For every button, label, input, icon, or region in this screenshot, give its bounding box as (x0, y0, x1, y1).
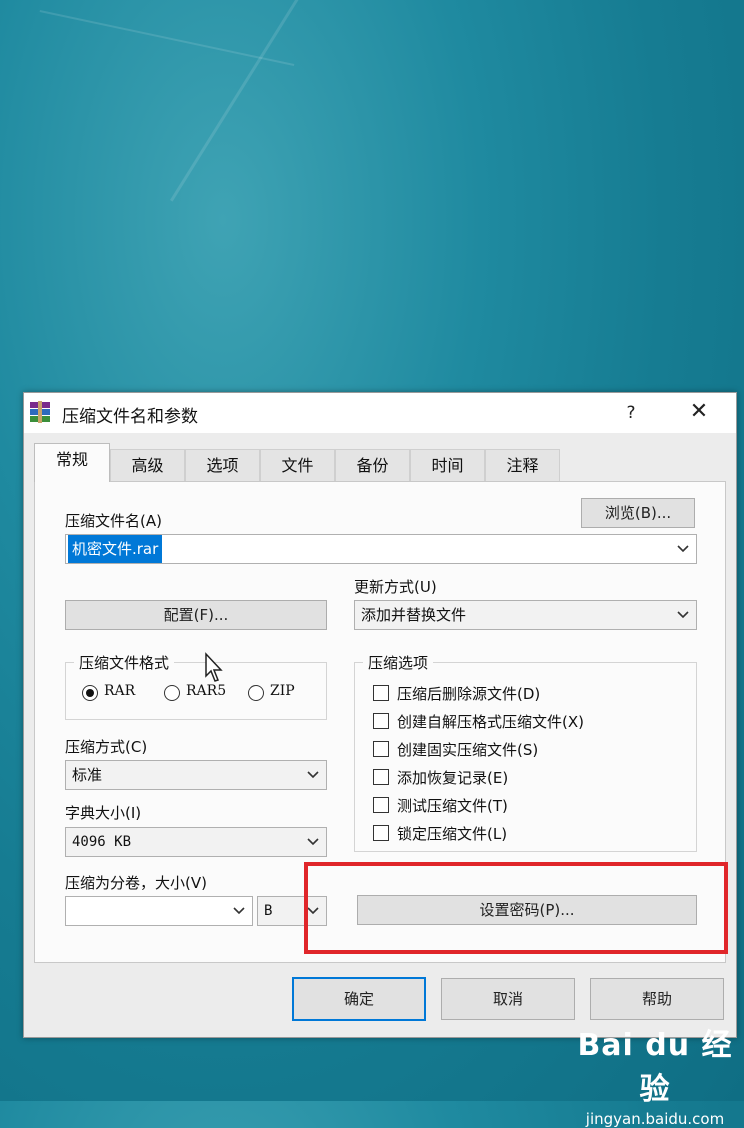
option-delete-source-label[interactable]: 压缩后删除源文件(D) (397, 683, 540, 704)
chevron-down-icon (677, 545, 689, 553)
baidu-watermark: Bai du 经验 jingyan.baidu.com (570, 1020, 740, 1128)
tab-comment[interactable]: 注释 (485, 449, 560, 482)
cancel-button[interactable]: 取消 (441, 978, 575, 1020)
winrar-icon (30, 401, 50, 423)
chevron-down-icon (307, 838, 319, 846)
tab-backup[interactable]: 备份 (335, 449, 410, 482)
tab-time[interactable]: 时间 (410, 449, 485, 482)
tab-options[interactable]: 选项 (185, 449, 260, 482)
compression-method-value: 标准 (72, 766, 103, 784)
option-lock-archive-label[interactable]: 锁定压缩文件(L) (397, 823, 507, 844)
dictionary-size-label: 字典大小(I) (65, 804, 142, 822)
browse-button[interactable]: 浏览(B)... (581, 498, 695, 528)
checkbox-delete-source[interactable] (373, 685, 389, 701)
ok-button[interactable]: 确定 (292, 977, 426, 1021)
split-volume-label: 压缩为分卷，大小(V) (65, 874, 207, 892)
archive-name-field[interactable]: 机密文件.rar (65, 534, 697, 564)
compression-method-label: 压缩方式(C) (65, 738, 148, 756)
dictionary-size-select[interactable]: 4096 KB (65, 827, 327, 857)
tab-files[interactable]: 文件 (260, 449, 335, 482)
checkbox-solid[interactable] (373, 741, 389, 757)
compression-options-title: 压缩选项 (363, 652, 434, 673)
checkbox-lock-archive[interactable] (373, 825, 389, 841)
option-solid-label[interactable]: 创建固实压缩文件(S) (397, 739, 538, 760)
checkbox-recovery-record[interactable] (373, 769, 389, 785)
help-title-button[interactable]: ? (619, 399, 643, 427)
radio-zip[interactable] (248, 685, 264, 701)
radio-rar5-label[interactable]: RAR5 (186, 683, 226, 699)
split-volume-size-input[interactable] (65, 896, 253, 926)
mouse-cursor-icon (205, 652, 223, 682)
compression-options-group: 压缩选项 压缩后删除源文件(D) 创建自解压格式压缩文件(X) 创建固实压缩文件… (354, 652, 697, 852)
baidu-logo: Bai du 经验 (577, 1028, 733, 1107)
chevron-down-icon (677, 611, 689, 619)
archive-name-value: 机密文件.rar (68, 535, 163, 563)
baidu-url: jingyan.baidu.com (585, 1110, 725, 1128)
close-button[interactable]: ✕ (684, 397, 714, 427)
option-sfx-label[interactable]: 创建自解压格式压缩文件(X) (397, 711, 584, 732)
archive-name-label: 压缩文件名(A) (65, 512, 162, 530)
dictionary-size-value: 4096 KB (72, 834, 132, 850)
tab-general[interactable]: 常规 (34, 443, 110, 482)
radio-rar-label[interactable]: RAR (104, 683, 135, 699)
radio-rar[interactable] (82, 685, 98, 701)
split-volume-unit-value: B (264, 903, 273, 919)
background-streak (170, 0, 343, 202)
radio-zip-label[interactable]: ZIP (270, 683, 295, 699)
update-mode-value: 添加并替换文件 (361, 606, 467, 624)
update-mode-label: 更新方式(U) (354, 578, 437, 596)
title-bar: 压缩文件名和参数 ? ✕ (24, 393, 736, 433)
dialog-title: 压缩文件名和参数 (62, 407, 198, 427)
annotation-highlight-box (304, 862, 728, 954)
archive-format-group: 压缩文件格式 RAR RAR5 ZIP (65, 652, 327, 720)
compression-method-select[interactable]: 标准 (65, 760, 327, 790)
profiles-button[interactable]: 配置(F)... (65, 600, 327, 630)
background-streak (39, 10, 295, 67)
option-recovery-record-label[interactable]: 添加恢复记录(E) (397, 767, 508, 788)
archive-format-title: 压缩文件格式 (74, 652, 175, 673)
help-button[interactable]: 帮助 (590, 978, 724, 1020)
radio-rar5[interactable] (164, 685, 180, 701)
chevron-down-icon (307, 771, 319, 779)
update-mode-select[interactable]: 添加并替换文件 (354, 600, 697, 630)
checkbox-test-archive[interactable] (373, 797, 389, 813)
chevron-down-icon (233, 907, 245, 915)
checkbox-sfx[interactable] (373, 713, 389, 729)
tab-advanced[interactable]: 高级 (110, 449, 185, 482)
option-test-archive-label[interactable]: 测试压缩文件(T) (397, 795, 508, 816)
